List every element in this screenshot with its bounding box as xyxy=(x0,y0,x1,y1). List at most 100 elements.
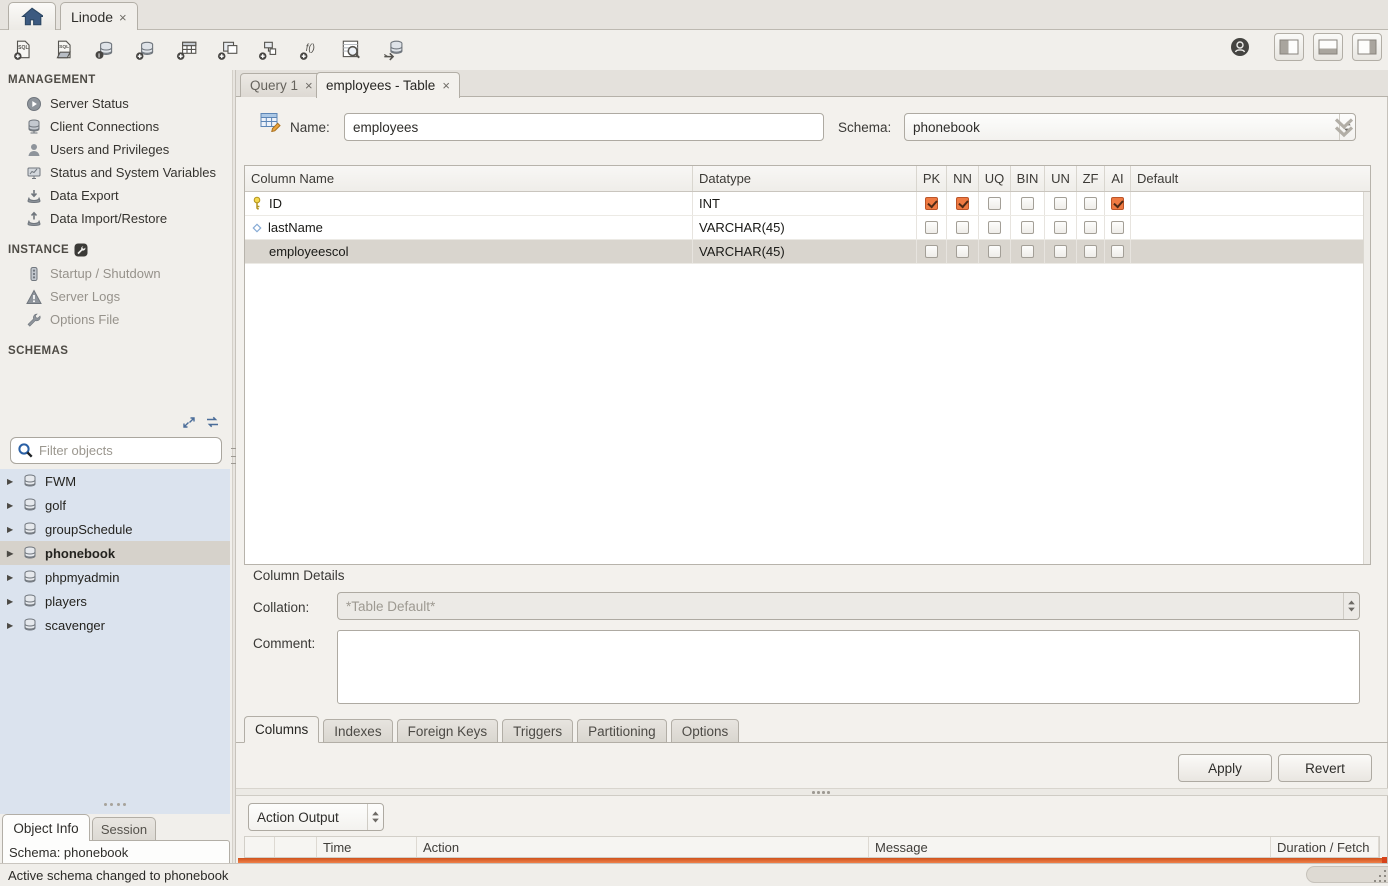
toggle-left-panel-button[interactable] xyxy=(1274,33,1304,61)
grid-header-bin[interactable]: BIN xyxy=(1011,166,1045,191)
create-view-button[interactable] xyxy=(213,35,243,65)
tab-indexes[interactable]: Indexes xyxy=(323,719,392,743)
grid-header-ai[interactable]: AI xyxy=(1105,166,1131,191)
datatype-cell[interactable]: VARCHAR(45) xyxy=(693,240,917,263)
expander-triangle-icon[interactable]: ▶ xyxy=(7,525,16,534)
create-procedure-button[interactable] xyxy=(254,35,284,65)
output-header-duration-fetch[interactable]: Duration / Fetch xyxy=(1271,837,1379,857)
uq-checkbox[interactable] xyxy=(988,221,1001,234)
output-header-message[interactable]: Message xyxy=(869,837,1271,857)
datatype-cell[interactable]: VARCHAR(45) xyxy=(693,216,917,239)
nn-checkbox[interactable] xyxy=(956,197,969,210)
table-row[interactable]: employeescolVARCHAR(45) xyxy=(245,240,1370,264)
zf-checkbox[interactable] xyxy=(1084,197,1097,210)
apply-button[interactable]: Apply xyxy=(1178,754,1272,782)
expand-panel-icon[interactable] xyxy=(182,416,196,429)
output-header-time[interactable]: Time xyxy=(317,837,417,857)
action-output-selector[interactable]: Action Output xyxy=(248,803,384,831)
grid-header-column-name[interactable]: Column Name xyxy=(245,166,693,191)
schema-combo[interactable]: phonebook xyxy=(904,113,1356,141)
sidebar-item-data-export[interactable]: Data Export xyxy=(0,184,232,207)
default-cell[interactable] xyxy=(1131,216,1370,239)
grid-header-pk[interactable]: PK xyxy=(917,166,947,191)
tab-partitioning[interactable]: Partitioning xyxy=(577,719,667,743)
output-header-spacer[interactable] xyxy=(245,837,275,857)
schema-inspector-button[interactable]: i xyxy=(90,35,120,65)
nn-checkbox[interactable] xyxy=(956,245,969,258)
sidebar-item-users-and-privileges[interactable]: Users and Privileges xyxy=(0,138,232,161)
pk-checkbox[interactable] xyxy=(925,221,938,234)
close-icon[interactable]: × xyxy=(442,78,450,93)
stepper-icon[interactable] xyxy=(367,804,383,830)
un-checkbox[interactable] xyxy=(1054,197,1067,210)
search-table-data-button[interactable] xyxy=(336,35,366,65)
create-schema-button[interactable] xyxy=(131,35,161,65)
create-function-button[interactable]: f() xyxy=(295,35,325,65)
ai-checkbox[interactable] xyxy=(1111,197,1124,210)
sidebar-item-data-import-restore[interactable]: Data Import/Restore xyxy=(0,207,232,230)
sidebar-item-status-and-system-variables[interactable]: Status and System Variables xyxy=(0,161,232,184)
tab-session[interactable]: Session xyxy=(92,817,156,841)
ai-checkbox[interactable] xyxy=(1111,221,1124,234)
column-name-cell[interactable]: lastName xyxy=(245,216,693,239)
schema-item-golf[interactable]: ▶golf xyxy=(0,493,230,517)
bin-checkbox[interactable] xyxy=(1021,245,1034,258)
bin-checkbox[interactable] xyxy=(1021,221,1034,234)
column-name-cell[interactable]: employeescol xyxy=(245,240,693,263)
expander-triangle-icon[interactable]: ▶ xyxy=(7,477,16,486)
toggle-right-panel-button[interactable] xyxy=(1352,33,1382,61)
refresh-schemas-icon[interactable] xyxy=(205,416,220,429)
revert-button[interactable]: Revert xyxy=(1278,754,1372,782)
bin-checkbox[interactable] xyxy=(1021,197,1034,210)
close-icon[interactable]: × xyxy=(119,10,127,25)
comment-textarea[interactable] xyxy=(337,630,1360,704)
datatype-cell[interactable]: INT xyxy=(693,192,917,215)
zf-checkbox[interactable] xyxy=(1084,245,1097,258)
expander-triangle-icon[interactable]: ▶ xyxy=(7,573,16,582)
table-row[interactable]: IDINT xyxy=(245,192,1370,216)
tab-triggers[interactable]: Triggers xyxy=(502,719,573,743)
grid-header-un[interactable]: UN xyxy=(1045,166,1077,191)
pk-checkbox[interactable] xyxy=(925,197,938,210)
schema-item-groupschedule[interactable]: ▶groupSchedule xyxy=(0,517,230,541)
close-icon[interactable]: × xyxy=(305,78,313,93)
expander-triangle-icon[interactable]: ▶ xyxy=(7,597,16,606)
output-header-spacer[interactable] xyxy=(275,837,317,857)
table-row[interactable]: lastNameVARCHAR(45) xyxy=(245,216,1370,240)
nn-checkbox[interactable] xyxy=(956,221,969,234)
expander-triangle-icon[interactable]: ▶ xyxy=(7,621,16,630)
un-checkbox[interactable] xyxy=(1054,245,1067,258)
schema-item-phpmyadmin[interactable]: ▶phpmyadmin xyxy=(0,565,230,589)
tab-options[interactable]: Options xyxy=(671,719,740,743)
pk-checkbox[interactable] xyxy=(925,245,938,258)
tab-employees-table[interactable]: employees - Table× xyxy=(316,72,460,98)
toggle-bottom-panel-button[interactable] xyxy=(1313,33,1343,61)
collation-combo[interactable]: *Table Default* xyxy=(337,592,1360,620)
grid-header-zf[interactable]: ZF xyxy=(1077,166,1105,191)
tab-foreign-keys[interactable]: Foreign Keys xyxy=(397,719,499,743)
grid-header-default[interactable]: Default xyxy=(1131,166,1370,191)
grid-header-nn[interactable]: NN xyxy=(947,166,979,191)
tab-query-1[interactable]: Query 1× xyxy=(240,73,323,97)
reconnect-db-button[interactable] xyxy=(377,35,407,65)
ai-checkbox[interactable] xyxy=(1111,245,1124,258)
zf-checkbox[interactable] xyxy=(1084,221,1097,234)
expander-triangle-icon[interactable]: ▶ xyxy=(7,549,16,558)
schema-item-fwm[interactable]: ▶FWM xyxy=(0,469,230,493)
connection-tab-linode[interactable]: Linode × xyxy=(60,2,138,31)
collapse-header-chevron-icon[interactable] xyxy=(1330,115,1358,140)
output-splitter-grip[interactable] xyxy=(812,791,830,794)
open-sql-script-button[interactable]: SQL xyxy=(49,35,79,65)
sidebar-splitter-grip[interactable] xyxy=(104,803,126,807)
schema-item-scavenger[interactable]: ▶scavenger xyxy=(0,613,230,637)
uq-checkbox[interactable] xyxy=(988,197,1001,210)
grid-header-uq[interactable]: UQ xyxy=(979,166,1011,191)
sidebar-item-server-status[interactable]: Server Status xyxy=(0,92,232,115)
table-name-input[interactable]: employees xyxy=(344,113,824,141)
sidebar-item-client-connections[interactable]: Client Connections xyxy=(0,115,232,138)
default-cell[interactable] xyxy=(1131,240,1370,263)
schema-item-players[interactable]: ▶players xyxy=(0,589,230,613)
create-table-button[interactable] xyxy=(172,35,202,65)
new-sql-tab-button[interactable]: SQL xyxy=(8,35,38,65)
window-resize-grip[interactable] xyxy=(1373,869,1386,882)
